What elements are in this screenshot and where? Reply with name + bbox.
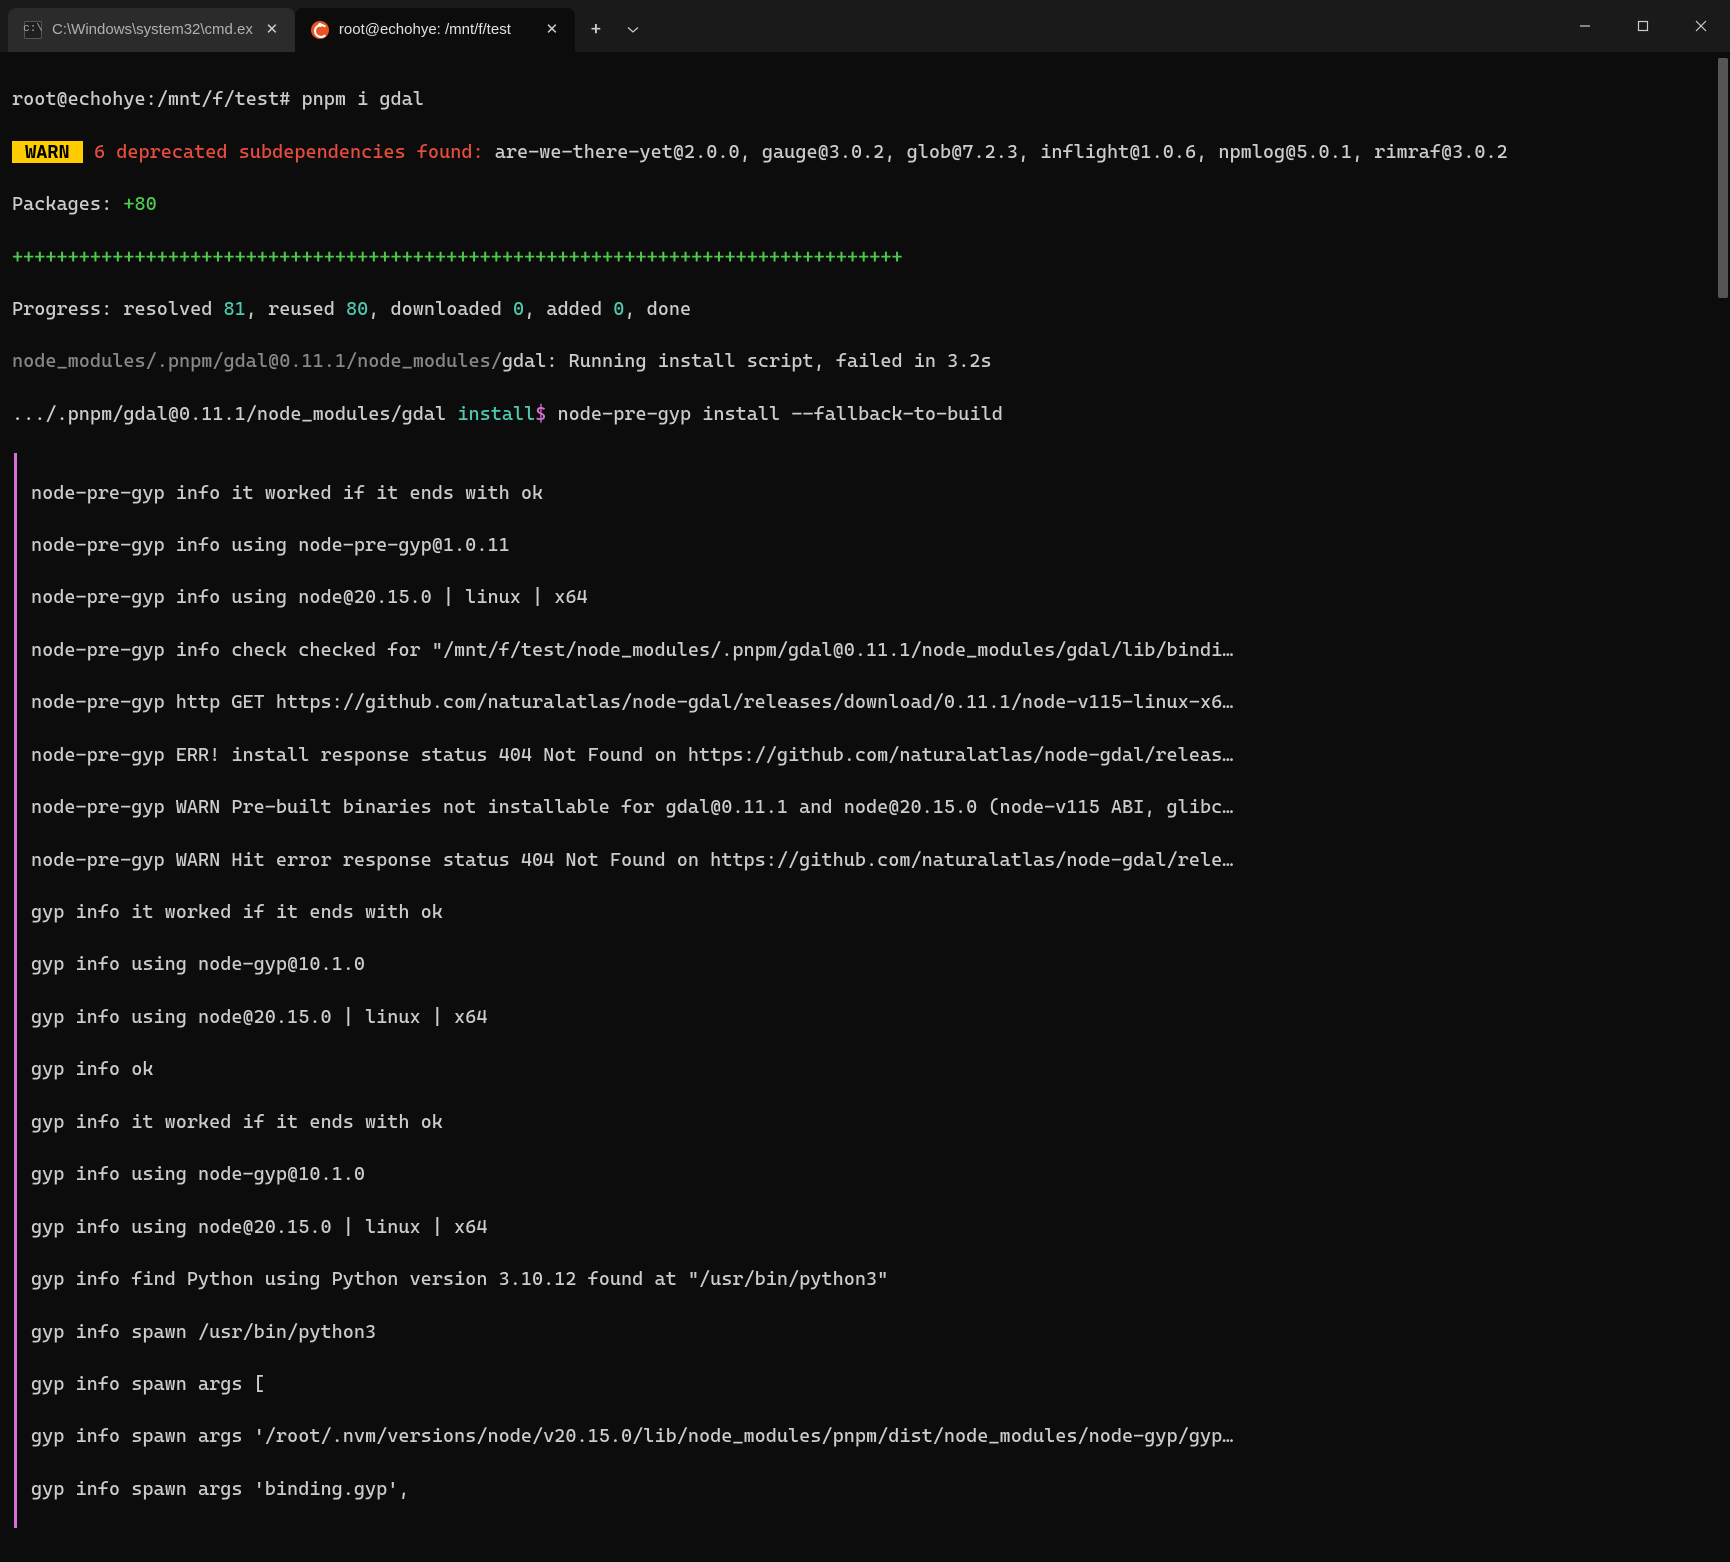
warn-badge: WARN — [12, 141, 83, 163]
maximize-icon — [1637, 20, 1649, 32]
install-cmd-line: .../.pnpm/gdal@0.11.1/node_modules/gdal … — [12, 401, 1718, 427]
gyp-line: node-pre-gyp info check checked for "/mn… — [31, 637, 1471, 663]
gyp-line: gyp info spawn args [ — [31, 1371, 1471, 1397]
gyp-line: gyp info using node@20.15.0 | linux | x6… — [31, 1214, 1471, 1240]
gyp-line: gyp info spawn /usr/bin/python3 — [31, 1319, 1471, 1345]
progress-bar-line: ++++++++++++++++++++++++++++++++++++++++… — [12, 244, 1718, 270]
gyp-line: gyp info using node@20.15.0 | linux | x6… — [31, 1004, 1471, 1030]
tab-ubuntu[interactable]: root@echohye: /mnt/f/test ✕ — [295, 8, 575, 52]
gyp-line: gyp info using node-gyp@10.1.0 — [31, 951, 1471, 977]
script-running-line: node_modules/.pnpm/gdal@0.11.1/node_modu… — [12, 348, 1718, 374]
minimize-button[interactable] — [1556, 5, 1614, 47]
tab-dropdown-button[interactable] — [617, 8, 649, 52]
close-icon[interactable]: ✕ — [263, 21, 281, 39]
gyp-line: node-pre-gyp WARN Pre-built binaries not… — [31, 794, 1471, 820]
terminal-output[interactable]: root@echohye:/mnt/f/test# pnpm i gdal WA… — [0, 52, 1730, 1562]
packages-line: Packages: +80 — [12, 191, 1718, 217]
minimize-icon — [1579, 20, 1591, 32]
tab-strip: c:\ C:\Windows\system32\cmd.ex ✕ root@ec… — [0, 0, 1556, 52]
gyp-line: node-pre-gyp info it worked if it ends w… — [31, 480, 1471, 506]
gyp-line: gyp info using node-gyp@10.1.0 — [31, 1161, 1471, 1187]
close-icon — [1695, 20, 1707, 32]
tab-title: C:\Windows\system32\cmd.ex — [52, 20, 253, 41]
window-controls — [1556, 0, 1730, 52]
gyp-line: gyp info it worked if it ends with ok — [31, 1109, 1471, 1135]
gyp-line: gyp info spawn args '/root/.nvm/versions… — [31, 1423, 1471, 1449]
scrollbar-thumb[interactable] — [1718, 58, 1728, 298]
titlebar: c:\ C:\Windows\system32\cmd.ex ✕ root@ec… — [0, 0, 1730, 52]
gyp-line: node-pre-gyp WARN Hit error response sta… — [31, 847, 1471, 873]
gyp-line: node-pre-gyp http GET https://github.com… — [31, 689, 1471, 715]
maximize-button[interactable] — [1614, 5, 1672, 47]
tab-cmd[interactable]: c:\ C:\Windows\system32\cmd.ex ✕ — [8, 8, 295, 52]
gyp-line: node-pre-gyp info using node-pre-gyp@1.0… — [31, 532, 1471, 558]
gyp-line: gyp info it worked if it ends with ok — [31, 899, 1471, 925]
progress-line: Progress: resolved 81, reused 80, downlo… — [12, 296, 1718, 322]
gyp-line: gyp info spawn args 'binding.gyp', — [31, 1476, 1471, 1502]
close-button[interactable] — [1672, 5, 1730, 47]
prompt-line: root@echohye:/mnt/f/test# pnpm i gdal — [12, 86, 1718, 112]
gyp-line: gyp info find Python using Python versio… — [31, 1266, 1471, 1292]
cmd-icon: c:\ — [24, 21, 42, 39]
close-icon[interactable]: ✕ — [543, 21, 561, 39]
ubuntu-icon — [311, 21, 329, 39]
gyp-output-block: node-pre-gyp info it worked if it ends w… — [14, 453, 1718, 1528]
gyp-line: node-pre-gyp ERR! install response statu… — [31, 742, 1471, 768]
gyp-line: node-pre-gyp info using node@20.15.0 | l… — [31, 584, 1471, 610]
tab-title: root@echohye: /mnt/f/test — [339, 20, 533, 41]
chevron-down-icon — [627, 26, 639, 34]
new-tab-button[interactable]: + — [575, 8, 617, 52]
gyp-line: gyp info ok — [31, 1056, 1471, 1082]
warn-line: WARN 6 deprecated subdependencies found:… — [12, 139, 1718, 165]
